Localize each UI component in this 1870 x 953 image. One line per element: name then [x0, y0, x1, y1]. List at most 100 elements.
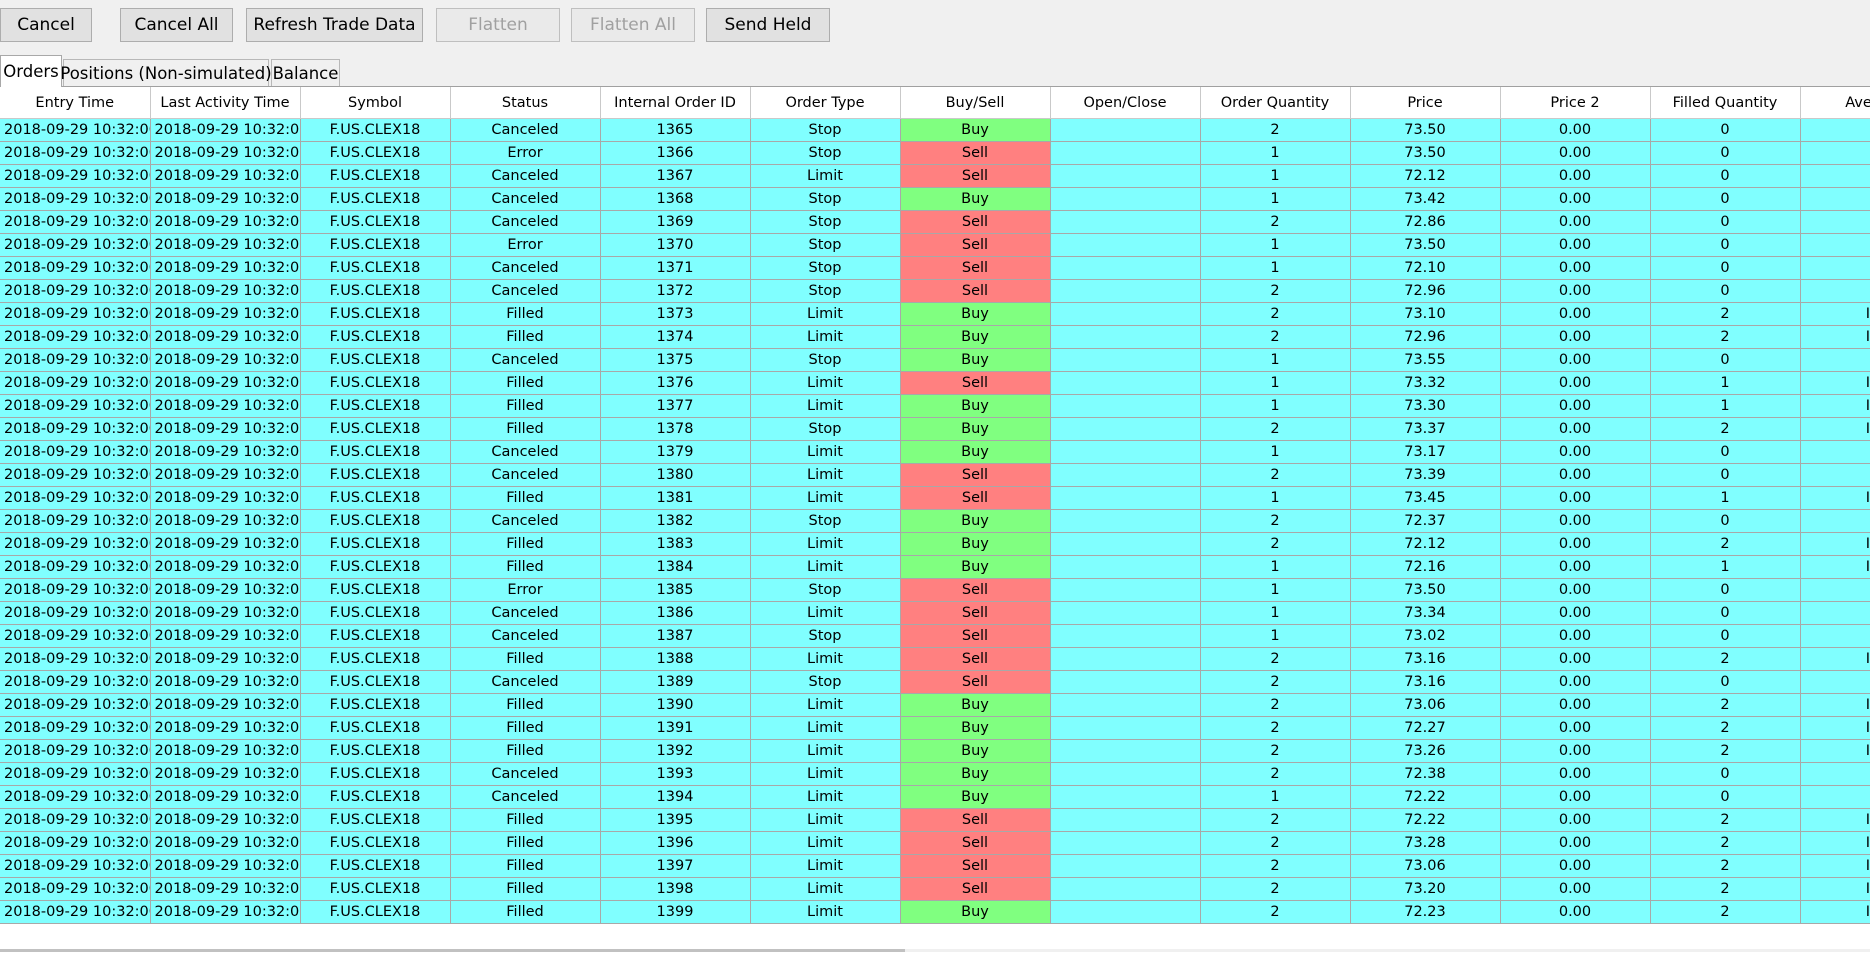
column-header[interactable]: Last Activity Time — [150, 87, 301, 119]
table-cell — [1050, 233, 1201, 257]
orders-grid[interactable]: Entry Time Last Activity Time Symbol Status… — [0, 86, 1870, 953]
table-cell: 0.00 — [1500, 762, 1651, 786]
table-cell: 1386 — [600, 601, 751, 625]
table-row[interactable]: 2018-09-29 10:32:00 2018-09-29 10:32:00 F.… — [0, 118, 1870, 142]
table-row[interactable]: 2018-09-29 10:32:00 2018-09-29 10:32:00 F.… — [0, 371, 1870, 395]
table-cell: 2018-09-29 10:32:00 — [0, 486, 151, 510]
table-cell: F.US.CLEX18 — [300, 463, 451, 487]
table-cell: 0 — [1650, 670, 1801, 694]
table-row[interactable]: 2018-09-29 10:32:00 2018-09-29 10:32:00 F.… — [0, 233, 1870, 257]
table-cell: 0.00 — [1500, 279, 1651, 303]
table-row[interactable]: 2018-09-29 10:32:00 2018-09-29 10:32:00 F.… — [0, 440, 1870, 464]
column-header[interactable]: Entry Time — [0, 87, 151, 119]
cancel-button[interactable]: Cancel — [0, 8, 92, 42]
table-row[interactable]: 2018-09-29 10:32:00 2018-09-29 10:32:00 F.… — [0, 693, 1870, 717]
column-header[interactable]: Order Type — [750, 87, 901, 119]
table-row[interactable]: 2018-09-29 10:32:00 2018-09-29 10:32:00 F.… — [0, 279, 1870, 303]
table-cell: 2 — [1650, 716, 1801, 740]
table-row[interactable]: 2018-09-29 10:32:00 2018-09-29 10:32:00 F.… — [0, 394, 1870, 418]
column-header[interactable]: Average — [1800, 87, 1870, 119]
column-header[interactable]: Internal Order ID — [600, 87, 751, 119]
table-row[interactable]: 2018-09-29 10:32:00 2018-09-29 10:32:00 F.… — [0, 900, 1870, 924]
table-cell: 0 — [1800, 762, 1870, 786]
table-row[interactable]: 2018-09-29 10:32:00 2018-09-29 10:32:00 F.… — [0, 854, 1870, 878]
table-cell: Sell — [900, 808, 1051, 832]
column-header[interactable]: Price — [1350, 87, 1501, 119]
table-row[interactable]: 2018-09-29 10:32:00 2018-09-29 10:32:00 F.… — [0, 555, 1870, 579]
table-row[interactable]: 2018-09-29 10:32:00 2018-09-29 10:32:00 F.… — [0, 348, 1870, 372]
table-cell: 1396 — [600, 831, 751, 855]
table-cell: Canceled — [450, 624, 601, 648]
table-cell: 73.45 — [1350, 486, 1501, 510]
table-cell: 2018-09-29 10:32:00 — [150, 601, 301, 625]
table-row[interactable]: 2018-09-29 10:32:00 2018-09-29 10:32:00 F.… — [0, 164, 1870, 188]
table-row[interactable]: 2018-09-29 10:32:00 2018-09-29 10:32:00 F.… — [0, 302, 1870, 326]
flatten-button[interactable]: Flatten — [436, 8, 560, 42]
table-row[interactable]: 2018-09-29 10:32:00 2018-09-29 10:32:00 F.… — [0, 256, 1870, 280]
column-header[interactable]: Price 2 — [1500, 87, 1651, 119]
table-row[interactable]: 2018-09-29 10:32:00 2018-09-29 10:32:00 F.… — [0, 187, 1870, 211]
table-cell: 2018-09-29 10:32:00 — [0, 601, 151, 625]
table-row[interactable]: 2018-09-29 10:32:00 2018-09-29 10:32:00 F.… — [0, 578, 1870, 602]
table-cell: 1 — [1200, 348, 1351, 372]
table-row[interactable]: 2018-09-29 10:32:00 2018-09-29 10:32:00 F.… — [0, 486, 1870, 510]
cancel-all-button[interactable]: Cancel All — [120, 8, 233, 42]
table-cell: Limit — [750, 877, 901, 901]
refresh-trade-data-button[interactable]: Refresh Trade Data — [246, 8, 423, 42]
tab-orders[interactable]: Orders — [0, 55, 62, 87]
table-cell: 2018-09-29 10:32:00 — [150, 348, 301, 372]
table-row[interactable]: 2018-09-29 10:32:00 2018-09-29 10:32:00 F.… — [0, 532, 1870, 556]
table-cell — [1050, 486, 1201, 510]
table-cell: F.US.CLEX18 — [300, 394, 451, 418]
column-header[interactable]: Open/Close — [1050, 87, 1201, 119]
table-cell — [1050, 256, 1201, 280]
table-cell: Stop — [750, 141, 901, 165]
tab-balance[interactable]: Balance — [271, 59, 340, 86]
table-cell: 2018-09-29 10:32:00 — [150, 118, 301, 142]
table-row[interactable]: 2018-09-29 10:32:00 2018-09-29 10:32:00 F.… — [0, 325, 1870, 349]
table-cell: 2018-09-29 10:32:00 — [150, 831, 301, 855]
table-cell: Buy — [900, 716, 1051, 740]
table-row[interactable]: 2018-09-29 10:32:00 2018-09-29 10:32:00 F.… — [0, 141, 1870, 165]
column-header[interactable]: Order Quantity — [1200, 87, 1351, 119]
table-row[interactable]: 2018-09-29 10:32:00 2018-09-29 10:32:00 F.… — [0, 417, 1870, 441]
table-row[interactable]: 2018-09-29 10:32:00 2018-09-29 10:32:00 F.… — [0, 463, 1870, 487]
table-cell: 2018-09-29 10:32:00 — [0, 233, 151, 257]
table-row[interactable]: 2018-09-29 10:32:00 2018-09-29 10:32:00 F.… — [0, 877, 1870, 901]
table-row[interactable]: 2018-09-29 10:32:00 2018-09-29 10:32:00 F.… — [0, 647, 1870, 671]
table-row[interactable]: 2018-09-29 10:32:00 2018-09-29 10:32:00 F.… — [0, 762, 1870, 786]
table-row[interactable]: 2018-09-29 10:32:00 2018-09-29 10:32:00 F.… — [0, 624, 1870, 648]
table-row[interactable]: 2018-09-29 10:32:00 2018-09-29 10:32:00 F.… — [0, 785, 1870, 809]
table-cell: Canceled — [450, 670, 601, 694]
table-cell: 2018-09-29 10:32:00 — [150, 164, 301, 188]
column-header[interactable]: Filled Quantity — [1650, 87, 1801, 119]
flatten-all-button[interactable]: Flatten All — [571, 8, 695, 42]
table-cell — [1050, 877, 1201, 901]
table-row[interactable]: 2018-09-29 10:32:00 2018-09-29 10:32:00 F.… — [0, 601, 1870, 625]
table-row[interactable]: 2018-09-29 10:32:00 2018-09-29 10:32:00 F.… — [0, 808, 1870, 832]
table-cell: 72.16 — [1350, 555, 1501, 579]
table-row[interactable]: 2018-09-29 10:32:00 2018-09-29 10:32:00 F.… — [0, 739, 1870, 763]
table-cell: Limit — [750, 808, 901, 832]
table-cell: Limit — [750, 302, 901, 326]
send-held-button[interactable]: Send Held — [706, 8, 830, 42]
column-header[interactable]: Status — [450, 87, 601, 119]
table-row[interactable]: 2018-09-29 10:32:00 2018-09-29 10:32:00 F.… — [0, 210, 1870, 234]
table-cell: Buy — [900, 555, 1051, 579]
table-cell: Filled — [450, 693, 601, 717]
tab-positions[interactable]: Positions (Non-simulated) — [60, 59, 272, 86]
column-header[interactable]: Symbol — [300, 87, 451, 119]
table-cell: 1368 — [600, 187, 751, 211]
table-row[interactable]: 2018-09-29 10:32:00 2018-09-29 10:32:00 F.… — [0, 509, 1870, 533]
table-row[interactable]: 2018-09-29 10:32:00 2018-09-29 10:32:00 F.… — [0, 670, 1870, 694]
table-cell: F.US.CLEX18 — [300, 233, 451, 257]
column-header[interactable]: Buy/Sell — [900, 87, 1051, 119]
table-cell: 2 — [1650, 854, 1801, 878]
table-cell: Inf — [1800, 486, 1870, 510]
table-row[interactable]: 2018-09-29 10:32:00 2018-09-29 10:32:00 F.… — [0, 716, 1870, 740]
table-cell: Inf — [1800, 877, 1870, 901]
table-cell: 0.00 — [1500, 693, 1651, 717]
table-row[interactable]: 2018-09-29 10:32:00 2018-09-29 10:32:00 F.… — [0, 831, 1870, 855]
table-cell: 1389 — [600, 670, 751, 694]
table-cell: 0.00 — [1500, 118, 1651, 142]
